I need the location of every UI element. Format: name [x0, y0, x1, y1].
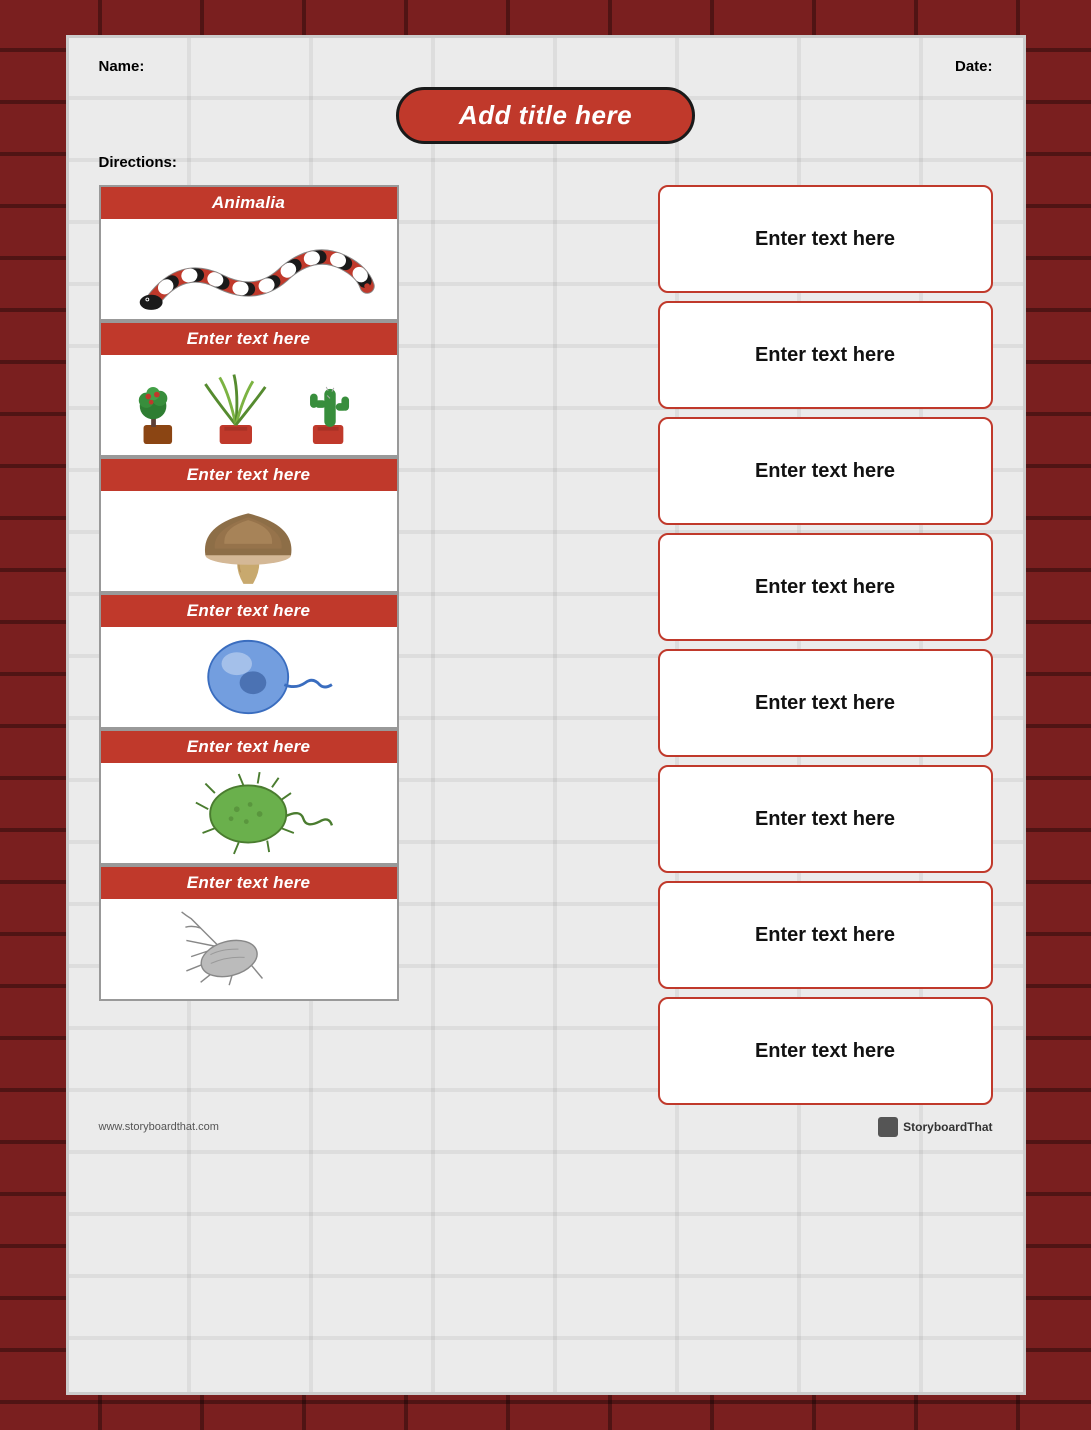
- kingdom-card-6: Enter text here: [99, 865, 399, 1001]
- kingdom-image-5: [101, 763, 397, 863]
- name-label: Name:: [99, 58, 145, 75]
- logo-icon: [878, 1117, 898, 1137]
- kingdom-card-4: Enter text here: [99, 593, 399, 729]
- text-box-8[interactable]: Enter text here: [658, 997, 993, 1105]
- kingdom-card-3: Enter text here: [99, 457, 399, 593]
- text-box-5[interactable]: Enter text here: [658, 649, 993, 757]
- content-area: Animalia: [99, 185, 993, 1105]
- date-label: Date:: [955, 58, 993, 75]
- kingdom-card-5: Enter text here: [99, 729, 399, 865]
- footer-brand: StoryboardThat: [903, 1120, 992, 1134]
- text-box-2[interactable]: Enter text here: [658, 301, 993, 409]
- worksheet-page: Name: Date: Add title here Directions: A…: [66, 35, 1026, 1395]
- kingdom-header-2[interactable]: Enter text here: [101, 323, 397, 355]
- middle-column: [419, 185, 638, 1105]
- kingdom-image-3: [101, 491, 397, 591]
- kingdom-header-5[interactable]: Enter text here: [101, 731, 397, 763]
- kingdom-image-1: [101, 219, 397, 319]
- footer-website: www.storyboardthat.com: [99, 1121, 219, 1133]
- kingdom-image-6: [101, 899, 397, 999]
- kingdom-header-4[interactable]: Enter text here: [101, 595, 397, 627]
- title-pill[interactable]: Add title here: [396, 87, 695, 144]
- text-box-3[interactable]: Enter text here: [658, 417, 993, 525]
- kingdom-card-2: Enter text here: [99, 321, 399, 457]
- title-container: Add title here: [99, 87, 993, 144]
- kingdom-header-3[interactable]: Enter text here: [101, 459, 397, 491]
- directions-label: Directions:: [99, 154, 993, 171]
- kingdom-image-4: [101, 627, 397, 727]
- left-column: Animalia: [99, 185, 399, 1105]
- kingdom-card-1: Animalia: [99, 185, 399, 321]
- text-box-4[interactable]: Enter text here: [658, 533, 993, 641]
- kingdom-image-2: [101, 355, 397, 455]
- text-box-7[interactable]: Enter text here: [658, 881, 993, 989]
- brick-border: Name: Date: Add title here Directions: A…: [0, 0, 1091, 1430]
- right-column: Enter text hereEnter text hereEnter text…: [658, 185, 993, 1105]
- text-box-6[interactable]: Enter text here: [658, 765, 993, 873]
- kingdom-header-6[interactable]: Enter text here: [101, 867, 397, 899]
- footer: www.storyboardthat.com StoryboardThat: [99, 1117, 993, 1137]
- footer-logo: StoryboardThat: [878, 1117, 992, 1137]
- header-row: Name: Date:: [99, 58, 993, 75]
- kingdom-header-1[interactable]: Animalia: [101, 187, 397, 219]
- text-box-1[interactable]: Enter text here: [658, 185, 993, 293]
